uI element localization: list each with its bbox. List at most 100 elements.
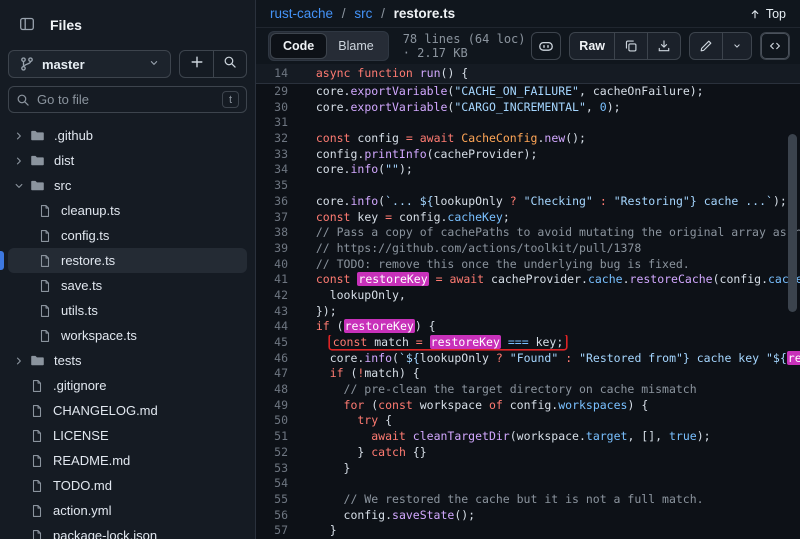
sidebar-title: Files (50, 17, 82, 33)
tab-code[interactable]: Code (271, 34, 326, 58)
toolbar-actions: Raw (531, 32, 790, 60)
line-number[interactable]: 40 (256, 257, 302, 273)
download-button[interactable] (647, 33, 680, 59)
edit-group (689, 32, 752, 60)
line-number[interactable]: 44 (256, 319, 302, 335)
line-number[interactable]: 53 (256, 461, 302, 477)
code-line-29: 29 core.exportVariable("CACHE_ON_FAILURE… (256, 84, 800, 100)
tree-item-config.ts[interactable]: config.ts (8, 223, 247, 248)
tree-item-.gitignore[interactable]: .gitignore (8, 373, 247, 398)
plus-icon (189, 54, 205, 74)
line-number[interactable]: 34 (256, 162, 302, 178)
line-number[interactable]: 56 (256, 508, 302, 524)
branch-selector[interactable]: master (8, 50, 171, 78)
branch-row: master (8, 48, 247, 86)
line-number[interactable]: 14 (256, 64, 302, 83)
git-branch-icon (19, 56, 35, 72)
line-number[interactable]: 38 (256, 225, 302, 241)
search-tree-button[interactable] (213, 51, 246, 77)
tree-item-dist[interactable]: dist (8, 148, 247, 173)
line-number[interactable]: 32 (256, 131, 302, 147)
line-number[interactable]: 43 (256, 304, 302, 320)
shortcut-key-badge: t (222, 91, 239, 108)
tree-item-label: config.ts (61, 228, 109, 243)
line-number[interactable]: 33 (256, 147, 302, 163)
tree-item-TODO.md[interactable]: TODO.md (8, 473, 247, 498)
line-number[interactable]: 54 (256, 476, 302, 492)
line-number[interactable]: 30 (256, 100, 302, 116)
file-icon (38, 304, 52, 318)
collapse-sidebar-button[interactable] (14, 12, 40, 38)
breadcrumb-repo-link[interactable]: rust-cache (270, 6, 333, 21)
annotation-box: const match = restoreKey === key; (330, 335, 567, 349)
tree-item-label: workspace.ts (61, 328, 137, 343)
tab-blame[interactable]: Blame (326, 34, 385, 58)
copy-raw-button[interactable] (614, 33, 647, 59)
tree-item-CHANGELOG.md[interactable]: CHANGELOG.md (8, 398, 247, 423)
breadcrumb-dir-link[interactable]: src (354, 6, 372, 21)
line-content: } catch {} (302, 445, 800, 461)
code-line-36: 36 core.info(`... ${lookupOnly ? "Checki… (256, 194, 800, 210)
copilot-button[interactable] (531, 32, 561, 60)
tree-item-restore.ts[interactable]: restore.ts (8, 248, 247, 273)
line-number[interactable]: 47 (256, 366, 302, 382)
line-number[interactable]: 49 (256, 398, 302, 414)
tree-item-utils.ts[interactable]: utils.ts (8, 298, 247, 323)
line-content: // https://github.com/actions/toolkit/pu… (302, 241, 800, 257)
line-number[interactable]: 31 (256, 115, 302, 131)
folder-icon (30, 153, 45, 168)
raw-button[interactable]: Raw (570, 33, 614, 59)
line-number[interactable]: 46 (256, 351, 302, 367)
back-to-top-button[interactable]: Top (749, 7, 786, 21)
line-content: } (302, 523, 800, 539)
tree-item-cleanup.ts[interactable]: cleanup.ts (8, 198, 247, 223)
line-content (302, 476, 800, 492)
code-line-37: 37 const key = config.cacheKey; (256, 210, 800, 226)
chevron-icon (12, 155, 26, 167)
folder-icon (30, 128, 45, 143)
tree-item-tests[interactable]: tests (8, 348, 247, 373)
line-number[interactable]: 48 (256, 382, 302, 398)
line-number[interactable]: 39 (256, 241, 302, 257)
search-icon (16, 93, 30, 107)
tree-item-src[interactable]: src (8, 173, 247, 198)
line-number[interactable]: 36 (256, 194, 302, 210)
tree-item-package-lock.json[interactable]: package-lock.json (8, 523, 247, 539)
line-content: try { (302, 413, 800, 429)
tree-item-save.ts[interactable]: save.ts (8, 273, 247, 298)
tree-item-label: save.ts (61, 278, 102, 293)
line-number[interactable]: 35 (256, 178, 302, 194)
tree-item-action.yml[interactable]: action.yml (8, 498, 247, 523)
code-line-35: 35 (256, 178, 800, 194)
line-number[interactable]: 45 (256, 335, 302, 351)
line-number[interactable]: 42 (256, 288, 302, 304)
tree-item-.github[interactable]: .github (8, 123, 247, 148)
line-number[interactable]: 50 (256, 413, 302, 429)
line-number[interactable]: 52 (256, 445, 302, 461)
line-number[interactable]: 57 (256, 523, 302, 539)
line-number[interactable]: 41 (256, 272, 302, 288)
edit-file-button[interactable] (690, 33, 722, 59)
line-content: core.exportVariable("CARGO_INCREMENTAL",… (302, 100, 800, 116)
file-icon (30, 504, 44, 518)
copy-icon (624, 39, 638, 53)
copilot-icon (538, 38, 554, 54)
add-file-button[interactable] (180, 51, 213, 77)
tree-item-LICENSE[interactable]: LICENSE (8, 423, 247, 448)
pencil-icon (699, 39, 713, 53)
breadcrumb-bar: rust-cache / src / restore.ts Top (256, 0, 800, 28)
go-to-file-input[interactable] (37, 92, 215, 107)
symbols-panel-button[interactable] (760, 32, 790, 60)
line-number[interactable]: 55 (256, 492, 302, 508)
line-content: for (const workspace of config.workspace… (302, 398, 800, 414)
line-number[interactable]: 37 (256, 210, 302, 226)
code-line-47: 47 if (!match) { (256, 366, 800, 382)
tree-item-workspace.ts[interactable]: workspace.ts (8, 323, 247, 348)
edit-options-button[interactable] (722, 33, 751, 59)
tree-item-README.md[interactable]: README.md (8, 448, 247, 473)
line-number[interactable]: 29 (256, 84, 302, 100)
code-line-14: 14 async function run() { (256, 64, 800, 83)
line-number[interactable]: 51 (256, 429, 302, 445)
vertical-scrollbar[interactable] (788, 134, 797, 312)
tree-item-label: dist (54, 153, 74, 168)
